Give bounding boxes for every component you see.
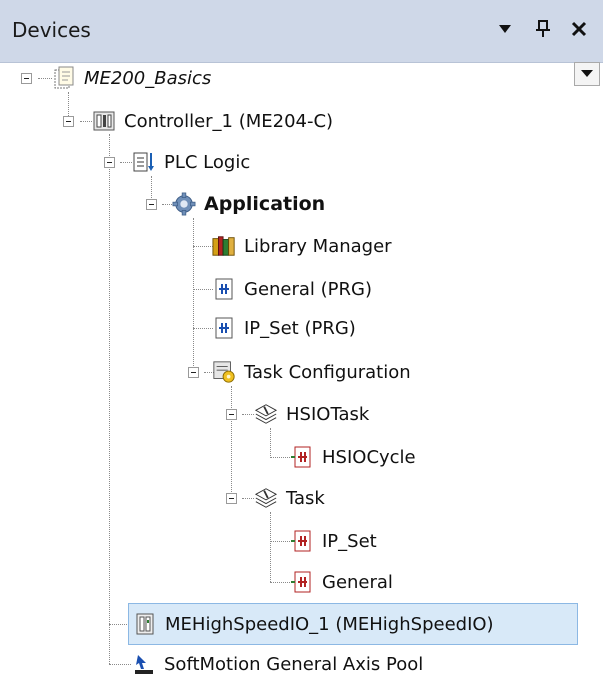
plc-logic-icon: [132, 150, 156, 174]
tree-label: General (PRG): [244, 278, 373, 300]
controller-icon: [92, 109, 116, 133]
program-call-icon: [290, 570, 314, 594]
tree-label: Controller_1 (ME204-C): [124, 110, 334, 132]
tree-node-softmotion[interactable]: SoftMotion General Axis Pool: [132, 646, 423, 682]
tree-node-task[interactable]: Task: [254, 480, 325, 516]
tree-label: HSIOTask: [286, 403, 370, 425]
tree-label: HSIOCycle: [322, 446, 416, 468]
program-call-icon: [290, 529, 314, 553]
tree-node-general-prg[interactable]: General (PRG): [212, 271, 372, 307]
program-icon: [212, 277, 236, 301]
tree-label: MEHighSpeedIO_1 (MEHighSpeedIO): [165, 613, 494, 635]
tree-node-task-general[interactable]: General: [290, 564, 393, 600]
tree-node-task-configuration[interactable]: Task Configuration: [212, 354, 411, 390]
library-books-icon: [212, 234, 236, 258]
tree-label: PLC Logic: [164, 151, 251, 173]
task-stack-icon: [254, 402, 278, 426]
tree-label: Task: [286, 487, 325, 509]
collapse-toggle[interactable]: [104, 157, 115, 168]
task-configuration-icon: [212, 360, 236, 384]
tree-label: ME200_Basics: [84, 67, 212, 89]
tree-label: General: [322, 571, 393, 593]
collapse-toggle[interactable]: [63, 116, 74, 127]
io-module-icon: [133, 612, 157, 636]
tree-node-hsio-cycle[interactable]: HSIOCycle: [290, 439, 416, 475]
tree-node-task-ipset[interactable]: IP_Set: [290, 523, 377, 559]
collapse-toggle[interactable]: [188, 367, 199, 378]
collapse-toggle[interactable]: [146, 199, 157, 210]
tree-node-mehighspeedio[interactable]: MEHighSpeedIO_1 (MEHighSpeedIO): [128, 603, 578, 645]
tree-node-ipset-prg[interactable]: IP_Set (PRG): [212, 310, 356, 346]
tree-label: Task Configuration: [244, 361, 411, 383]
axis-pool-icon: [132, 652, 156, 676]
tree-label: IP_Set: [322, 530, 377, 552]
tree-label: Library Manager: [244, 235, 392, 257]
collapse-toggle[interactable]: [226, 409, 237, 420]
tree-node-controller[interactable]: Controller_1 (ME204-C): [92, 103, 333, 139]
task-stack-icon: [254, 486, 278, 510]
tree-label: Application: [204, 193, 326, 215]
tree-label: IP_Set (PRG): [244, 317, 356, 339]
tree-node-library-manager[interactable]: Library Manager: [212, 228, 392, 264]
program-icon: [212, 316, 236, 340]
collapse-toggle[interactable]: [226, 493, 237, 504]
tree-node-plc-logic[interactable]: PLC Logic: [132, 144, 250, 180]
program-call-icon: [290, 445, 314, 469]
device-tree: ME200_Basics Controller_1 (ME204-C) PLC …: [0, 0, 603, 693]
gear-icon: [172, 192, 196, 216]
tree-node-project[interactable]: ME200_Basics: [52, 60, 211, 96]
tree-node-hsio-task[interactable]: HSIOTask: [254, 396, 369, 432]
project-icon: [52, 66, 76, 90]
tree-node-application[interactable]: Application: [172, 186, 325, 222]
tree-label: SoftMotion General Axis Pool: [164, 653, 424, 675]
collapse-toggle[interactable]: [21, 73, 32, 84]
